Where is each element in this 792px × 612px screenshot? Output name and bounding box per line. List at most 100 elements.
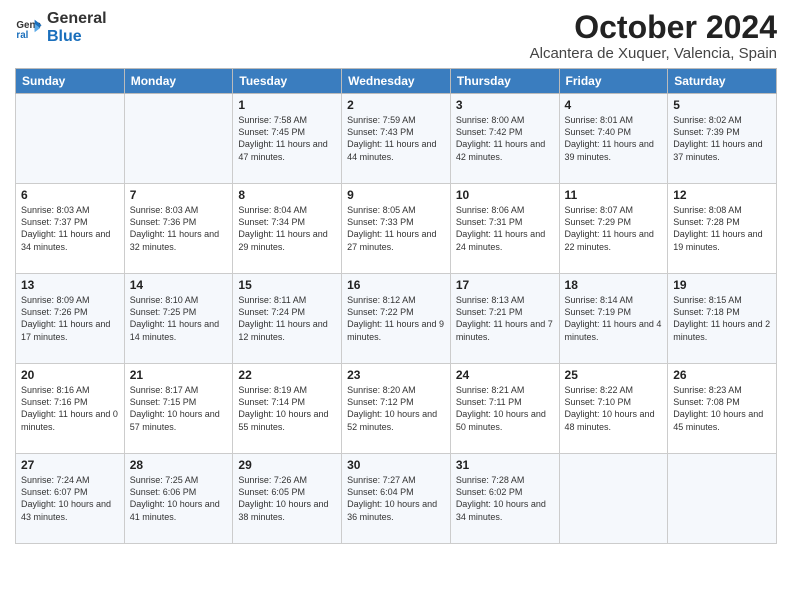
day-info: Sunrise: 8:07 AM Sunset: 7:29 PM Dayligh… [565, 204, 663, 253]
calendar-cell: 15 Sunrise: 8:11 AM Sunset: 7:24 PM Dayli… [233, 274, 342, 364]
day-info: Sunrise: 8:14 AM Sunset: 7:19 PM Dayligh… [565, 294, 663, 343]
day-number: 11 [565, 188, 663, 202]
day-number: 19 [673, 278, 771, 292]
day-number: 13 [21, 278, 119, 292]
day-info: Sunrise: 8:21 AM Sunset: 7:11 PM Dayligh… [456, 384, 554, 433]
day-info: Sunrise: 8:08 AM Sunset: 7:28 PM Dayligh… [673, 204, 771, 253]
day-info: Sunrise: 8:19 AM Sunset: 7:14 PM Dayligh… [238, 384, 336, 433]
day-info: Sunrise: 8:22 AM Sunset: 7:10 PM Dayligh… [565, 384, 663, 433]
weekday-header-sunday: Sunday [16, 69, 125, 94]
day-number: 16 [347, 278, 445, 292]
day-number: 29 [238, 458, 336, 472]
calendar-title: October 2024 [530, 10, 777, 45]
calendar-cell: 6Sunrise: 8:03 AM Sunset: 7:37 PM Daylig… [16, 184, 125, 274]
day-info: Sunrise: 7:24 AM Sunset: 6:07 PM Dayligh… [21, 474, 119, 523]
day-number: 18 [565, 278, 663, 292]
weekday-header-monday: Monday [124, 69, 233, 94]
weekday-header-saturday: Saturday [668, 69, 777, 94]
calendar-cell: 25 Sunrise: 8:22 AM Sunset: 7:10 PM Dayli… [559, 364, 668, 454]
weekday-header-friday: Friday [559, 69, 668, 94]
day-info: Sunrise: 8:03 AM Sunset: 7:37 PM Dayligh… [21, 204, 119, 253]
day-number: 21 [130, 368, 228, 382]
calendar-table: SundayMondayTuesdayWednesdayThursdayFrid… [15, 68, 777, 544]
calendar-cell [16, 94, 125, 184]
day-info: Sunrise: 8:02 AM Sunset: 7:39 PM Dayligh… [673, 114, 771, 163]
day-info: Sunrise: 7:59 AM Sunset: 7:43 PM Dayligh… [347, 114, 445, 163]
day-info: Sunrise: 8:01 AM Sunset: 7:40 PM Dayligh… [565, 114, 663, 163]
calendar-cell: 12Sunrise: 8:08 AM Sunset: 7:28 PM Dayli… [668, 184, 777, 274]
day-info: Sunrise: 7:58 AM Sunset: 7:45 PM Dayligh… [238, 114, 336, 163]
day-number: 28 [130, 458, 228, 472]
calendar-cell [668, 454, 777, 544]
day-number: 30 [347, 458, 445, 472]
calendar-cell: 18 Sunrise: 8:14 AM Sunset: 7:19 PM Dayli… [559, 274, 668, 364]
calendar-cell: 29 Sunrise: 7:26 AM Sunset: 6:05 PM Dayli… [233, 454, 342, 544]
calendar-cell: 24 Sunrise: 8:21 AM Sunset: 7:11 PM Dayli… [450, 364, 559, 454]
day-info: Sunrise: 8:11 AM Sunset: 7:24 PM Dayligh… [238, 294, 336, 343]
calendar-cell: 26 Sunrise: 8:23 AM Sunset: 7:08 PM Dayli… [668, 364, 777, 454]
day-number: 9 [347, 188, 445, 202]
day-number: 24 [456, 368, 554, 382]
day-info: Sunrise: 8:05 AM Sunset: 7:33 PM Dayligh… [347, 204, 445, 253]
calendar-cell [124, 94, 233, 184]
logo: Gene ral General Blue [15, 10, 107, 47]
day-number: 22 [238, 368, 336, 382]
title-block: October 2024 Alcantera de Xuquer, Valenc… [530, 10, 777, 62]
day-info: Sunrise: 7:28 AM Sunset: 6:02 PM Dayligh… [456, 474, 554, 523]
calendar-cell: 7Sunrise: 8:03 AM Sunset: 7:36 PM Daylig… [124, 184, 233, 274]
day-info: Sunrise: 8:15 AM Sunset: 7:18 PM Dayligh… [673, 294, 771, 343]
weekday-header-tuesday: Tuesday [233, 69, 342, 94]
day-info: Sunrise: 8:00 AM Sunset: 7:42 PM Dayligh… [456, 114, 554, 163]
calendar-cell: 14Sunrise: 8:10 AM Sunset: 7:25 PM Dayli… [124, 274, 233, 364]
day-info: Sunrise: 8:17 AM Sunset: 7:15 PM Dayligh… [130, 384, 228, 433]
calendar-cell: 10Sunrise: 8:06 AM Sunset: 7:31 PM Dayli… [450, 184, 559, 274]
calendar-cell: 17 Sunrise: 8:13 AM Sunset: 7:21 PM Dayli… [450, 274, 559, 364]
calendar-cell: 2 Sunrise: 7:59 AM Sunset: 7:43 PM Daylig… [342, 94, 451, 184]
day-number: 15 [238, 278, 336, 292]
calendar-cell: 31Sunrise: 7:28 AM Sunset: 6:02 PM Dayli… [450, 454, 559, 544]
day-info: Sunrise: 7:27 AM Sunset: 6:04 PM Dayligh… [347, 474, 445, 523]
day-info: Sunrise: 8:13 AM Sunset: 7:21 PM Dayligh… [456, 294, 554, 343]
calendar-cell: 8Sunrise: 8:04 AM Sunset: 7:34 PM Daylig… [233, 184, 342, 274]
calendar-cell: 5Sunrise: 8:02 AM Sunset: 7:39 PM Daylig… [668, 94, 777, 184]
calendar-week-row: 1 Sunrise: 7:58 AM Sunset: 7:45 PM Daylig… [16, 94, 777, 184]
weekday-header-row: SundayMondayTuesdayWednesdayThursdayFrid… [16, 69, 777, 94]
calendar-cell: 16 Sunrise: 8:12 AM Sunset: 7:22 PM Dayli… [342, 274, 451, 364]
day-number: 4 [565, 98, 663, 112]
calendar-week-row: 13 Sunrise: 8:09 AM Sunset: 7:26 PM Dayli… [16, 274, 777, 364]
svg-text:ral: ral [16, 30, 28, 41]
day-info: Sunrise: 8:23 AM Sunset: 7:08 PM Dayligh… [673, 384, 771, 433]
calendar-cell: 13 Sunrise: 8:09 AM Sunset: 7:26 PM Dayli… [16, 274, 125, 364]
day-number: 25 [565, 368, 663, 382]
day-number: 26 [673, 368, 771, 382]
calendar-cell: 9 Sunrise: 8:05 AM Sunset: 7:33 PM Daylig… [342, 184, 451, 274]
day-info: Sunrise: 7:26 AM Sunset: 6:05 PM Dayligh… [238, 474, 336, 523]
day-number: 14 [130, 278, 228, 292]
day-info: Sunrise: 8:20 AM Sunset: 7:12 PM Dayligh… [347, 384, 445, 433]
calendar-week-row: 6Sunrise: 8:03 AM Sunset: 7:37 PM Daylig… [16, 184, 777, 274]
calendar-cell: 1 Sunrise: 7:58 AM Sunset: 7:45 PM Daylig… [233, 94, 342, 184]
header: Gene ral General Blue October 2024 Alcan… [15, 10, 777, 62]
day-number: 7 [130, 188, 228, 202]
day-number: 1 [238, 98, 336, 112]
weekday-header-wednesday: Wednesday [342, 69, 451, 94]
logo-icon: Gene ral [15, 14, 43, 42]
day-info: Sunrise: 7:25 AM Sunset: 6:06 PM Dayligh… [130, 474, 228, 523]
calendar-cell: 11 Sunrise: 8:07 AM Sunset: 7:29 PM Dayli… [559, 184, 668, 274]
calendar-cell: 21 Sunrise: 8:17 AM Sunset: 7:15 PM Dayli… [124, 364, 233, 454]
day-number: 20 [21, 368, 119, 382]
day-info: Sunrise: 8:06 AM Sunset: 7:31 PM Dayligh… [456, 204, 554, 253]
weekday-header-thursday: Thursday [450, 69, 559, 94]
calendar-subtitle: Alcantera de Xuquer, Valencia, Spain [530, 45, 777, 62]
day-info: Sunrise: 8:12 AM Sunset: 7:22 PM Dayligh… [347, 294, 445, 343]
day-info: Sunrise: 8:04 AM Sunset: 7:34 PM Dayligh… [238, 204, 336, 253]
calendar-week-row: 27Sunrise: 7:24 AM Sunset: 6:07 PM Dayli… [16, 454, 777, 544]
calendar-cell: 22 Sunrise: 8:19 AM Sunset: 7:14 PM Dayli… [233, 364, 342, 454]
day-number: 17 [456, 278, 554, 292]
day-number: 2 [347, 98, 445, 112]
day-info: Sunrise: 8:09 AM Sunset: 7:26 PM Dayligh… [21, 294, 119, 343]
calendar-cell: 28 Sunrise: 7:25 AM Sunset: 6:06 PM Dayli… [124, 454, 233, 544]
calendar-cell: 20Sunrise: 8:16 AM Sunset: 7:16 PM Dayli… [16, 364, 125, 454]
calendar-cell: 27Sunrise: 7:24 AM Sunset: 6:07 PM Dayli… [16, 454, 125, 544]
calendar-cell: 30 Sunrise: 7:27 AM Sunset: 6:04 PM Dayli… [342, 454, 451, 544]
